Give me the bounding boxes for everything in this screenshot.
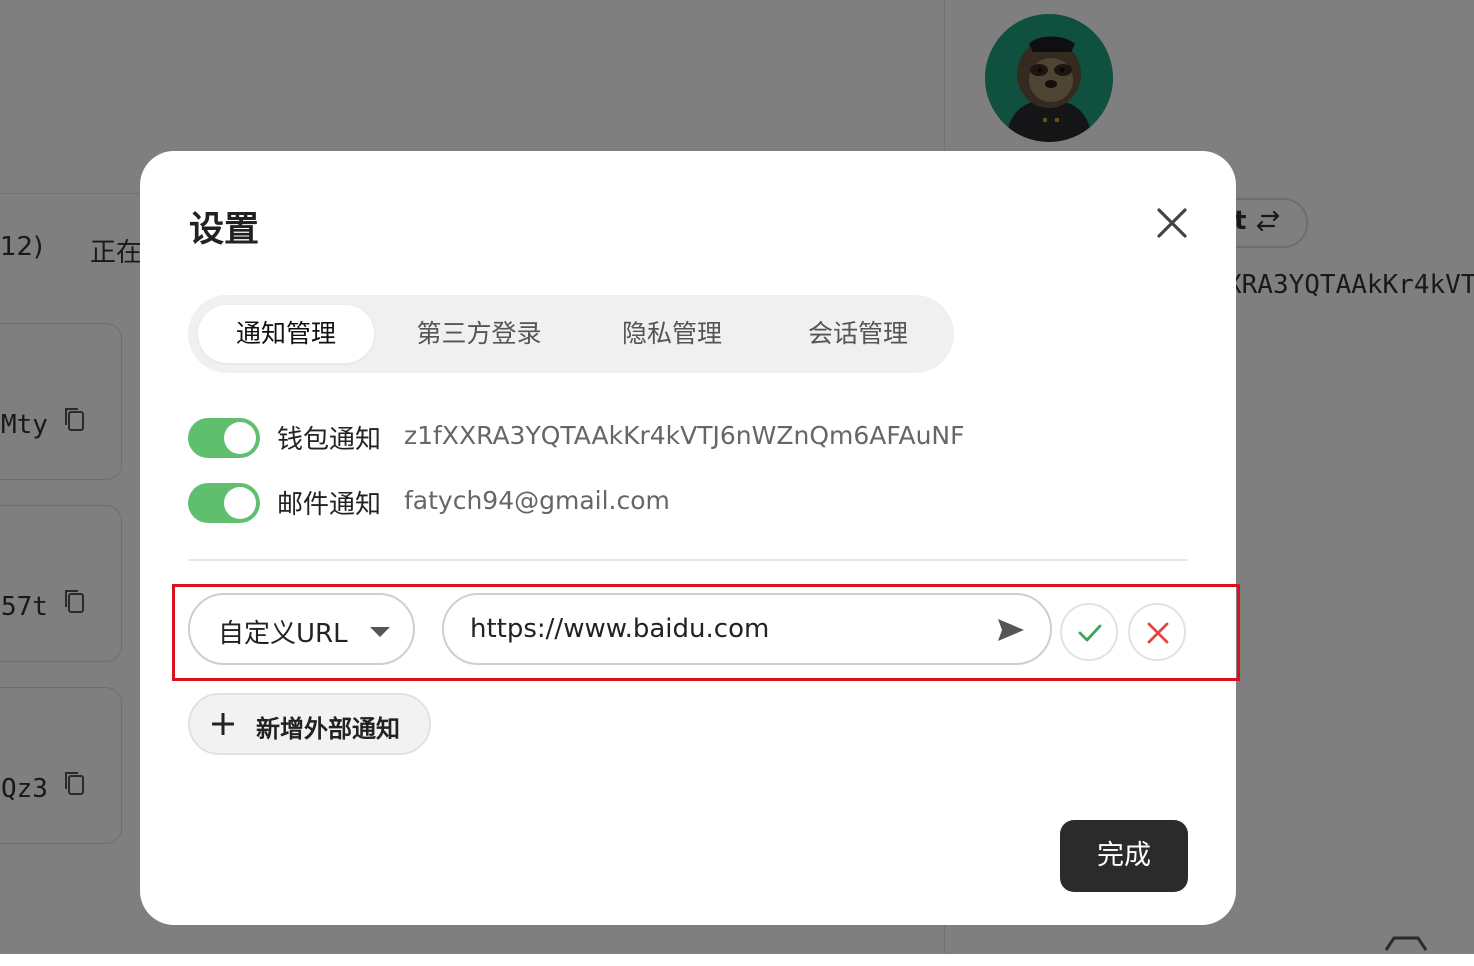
- notification-type-select[interactable]: 自定义URL: [188, 593, 415, 665]
- add-external-notification-label: 新增外部通知: [256, 715, 400, 743]
- email-address-value: fatych94@gmail.com: [404, 486, 670, 515]
- section-divider: [188, 559, 1188, 561]
- check-icon: [1078, 624, 1102, 642]
- add-external-notification-button[interactable]: 新增外部通知: [188, 693, 431, 755]
- notification-type-label: 自定义URL: [218, 619, 348, 649]
- tab-privacy-management[interactable]: 隐私管理: [584, 305, 760, 363]
- settings-modal: 设置 通知管理 第三方登录 隐私管理 会话管理 钱包通知 z1fXXRA3YQT…: [140, 151, 1240, 925]
- tab-notification-management[interactable]: 通知管理: [198, 305, 374, 363]
- modal-title: 设置: [189, 210, 260, 250]
- url-input[interactable]: [470, 607, 970, 651]
- tab-session-management[interactable]: 会话管理: [770, 305, 946, 363]
- email-notification-label: 邮件通知: [277, 490, 382, 520]
- wallet-address-value: z1fXXRA3YQTAAkKr4kVTJ6nWZnQm6AFAuNF: [404, 421, 965, 450]
- tab-third-party-login[interactable]: 第三方登录: [386, 305, 572, 363]
- done-button[interactable]: 完成: [1060, 820, 1188, 892]
- toggle-knob: [224, 422, 256, 454]
- send-icon[interactable]: [996, 617, 1026, 643]
- toggle-knob: [224, 487, 256, 519]
- confirm-button[interactable]: [1060, 603, 1118, 661]
- url-input-container: [442, 593, 1052, 665]
- close-icon: [1147, 622, 1169, 644]
- email-notification-toggle[interactable]: [188, 483, 260, 523]
- plus-icon: [212, 713, 234, 735]
- close-icon[interactable]: [1152, 203, 1192, 243]
- wallet-notification-label: 钱包通知: [277, 425, 382, 455]
- wallet-notification-toggle[interactable]: [188, 418, 260, 458]
- caret-down-icon: [370, 627, 390, 637]
- settings-tabs: 通知管理 第三方登录 隐私管理 会话管理: [188, 295, 954, 373]
- cancel-button[interactable]: [1128, 603, 1186, 661]
